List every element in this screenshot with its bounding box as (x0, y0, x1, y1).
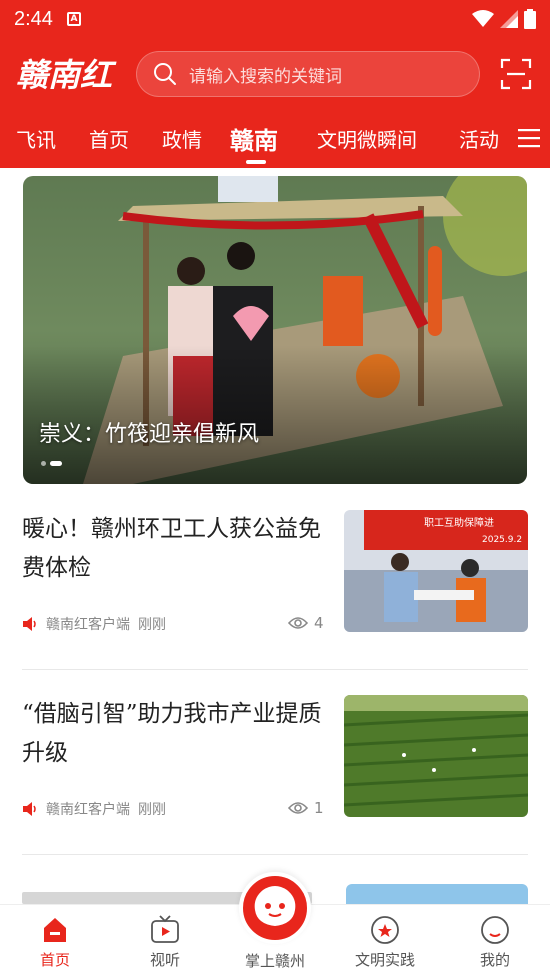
wifi-icon (472, 10, 494, 27)
tab-gannan[interactable]: 赣南 (230, 121, 278, 156)
news-time: 刚刚 (138, 802, 166, 818)
tab-activities[interactable]: 活动 (459, 124, 499, 153)
view-count: 1 (288, 799, 324, 817)
news-item[interactable]: 暖心！赣州环卫工人获公益免费体检 职工互助保障进 2025.9.2 赣南红客户端… (22, 510, 528, 680)
notification-icon: A (66, 12, 81, 26)
mascot-icon (254, 886, 296, 926)
center-mascot-button[interactable] (239, 872, 311, 944)
news-thumbnail-image: 职工互助保障进 2025.9.2 (344, 510, 528, 632)
view-count-value: 4 (314, 614, 324, 632)
battery-icon (524, 9, 536, 29)
news-thumbnail: 职工互助保障进 2025.9.2 (344, 510, 528, 632)
nav-civilization[interactable]: 文明实践 (345, 915, 425, 970)
nav-civilization-label: 文明实践 (354, 951, 415, 969)
status-time: 2:44 (14, 7, 53, 30)
news-meta: 赣南红客户端 刚刚 (22, 614, 166, 634)
nav-video[interactable]: 视听 (125, 915, 205, 970)
news-thumbnail-partial (346, 884, 528, 904)
news-thumbnail-image (344, 695, 528, 817)
svg-text:赣南红: 赣南红 (16, 56, 117, 94)
active-tab-indicator (246, 160, 266, 164)
search-icon (154, 63, 176, 85)
nav-mascot-label[interactable]: 掌上赣州 (230, 950, 320, 971)
eye-icon (288, 617, 308, 629)
news-title: “借脑引智”助力我市产业提质升级 (22, 701, 322, 766)
news-source: 赣南红客户端 (46, 617, 130, 633)
news-item[interactable]: “借脑引智”助力我市产业提质升级 赣南红客户端 刚刚 1 (22, 695, 528, 865)
status-bar: 2:44 A (0, 0, 550, 38)
menu-icon[interactable] (518, 128, 540, 148)
channel-tabs: 飞讯 首页 政情 赣南 文明微瞬间 活动 (0, 110, 550, 168)
badge-icon (371, 916, 399, 944)
carousel-dot (41, 461, 46, 466)
divider (22, 669, 528, 670)
scan-icon[interactable] (500, 58, 532, 90)
carousel-indicator (41, 461, 62, 466)
news-meta: 赣南红客户端 刚刚 (22, 799, 166, 819)
home-icon (44, 918, 66, 942)
status-icons (472, 9, 536, 29)
view-count: 4 (288, 614, 324, 632)
tab-home[interactable]: 首页 (89, 124, 129, 153)
speaker-icon (23, 617, 36, 631)
nav-profile-label: 我的 (479, 951, 510, 969)
app-header: 赣南红 请输入搜索的关键词 (0, 38, 550, 110)
tab-politics[interactable]: 政情 (162, 124, 202, 153)
eye-icon (288, 802, 308, 814)
view-count-value: 1 (314, 799, 324, 817)
tv-icon (151, 915, 179, 943)
featured-banner[interactable]: 崇义：竹筏迎亲倡新风 (23, 176, 527, 484)
news-time: 刚刚 (138, 617, 166, 633)
tab-feixun[interactable]: 飞讯 (16, 124, 56, 153)
nav-profile[interactable]: 我的 (455, 915, 535, 970)
thumb-date: 2025.9.2 (482, 535, 522, 545)
nav-video-label: 视听 (149, 951, 180, 969)
speaker-icon (23, 802, 36, 816)
thumb-caption: 职工互助保障进 (424, 516, 494, 529)
search-bar[interactable]: 请输入搜索的关键词 (136, 51, 480, 97)
nav-home-label: 首页 (39, 951, 70, 969)
profile-icon (481, 916, 509, 944)
app-logo[interactable]: 赣南红 (14, 50, 124, 98)
banner-title: 崇义：竹筏迎亲倡新风 (39, 422, 260, 447)
nav-home[interactable]: 首页 (15, 915, 95, 970)
tab-civilization[interactable]: 文明微瞬间 (317, 124, 417, 153)
search-placeholder: 请输入搜索的关键词 (189, 66, 342, 87)
news-source: 赣南红客户端 (46, 802, 130, 818)
carousel-dot-active (50, 461, 62, 466)
divider (22, 854, 528, 855)
news-title: 暖心！赣州环卫工人获公益免费体检 (22, 516, 321, 581)
signal-icon (500, 10, 518, 28)
news-thumbnail (344, 695, 528, 817)
